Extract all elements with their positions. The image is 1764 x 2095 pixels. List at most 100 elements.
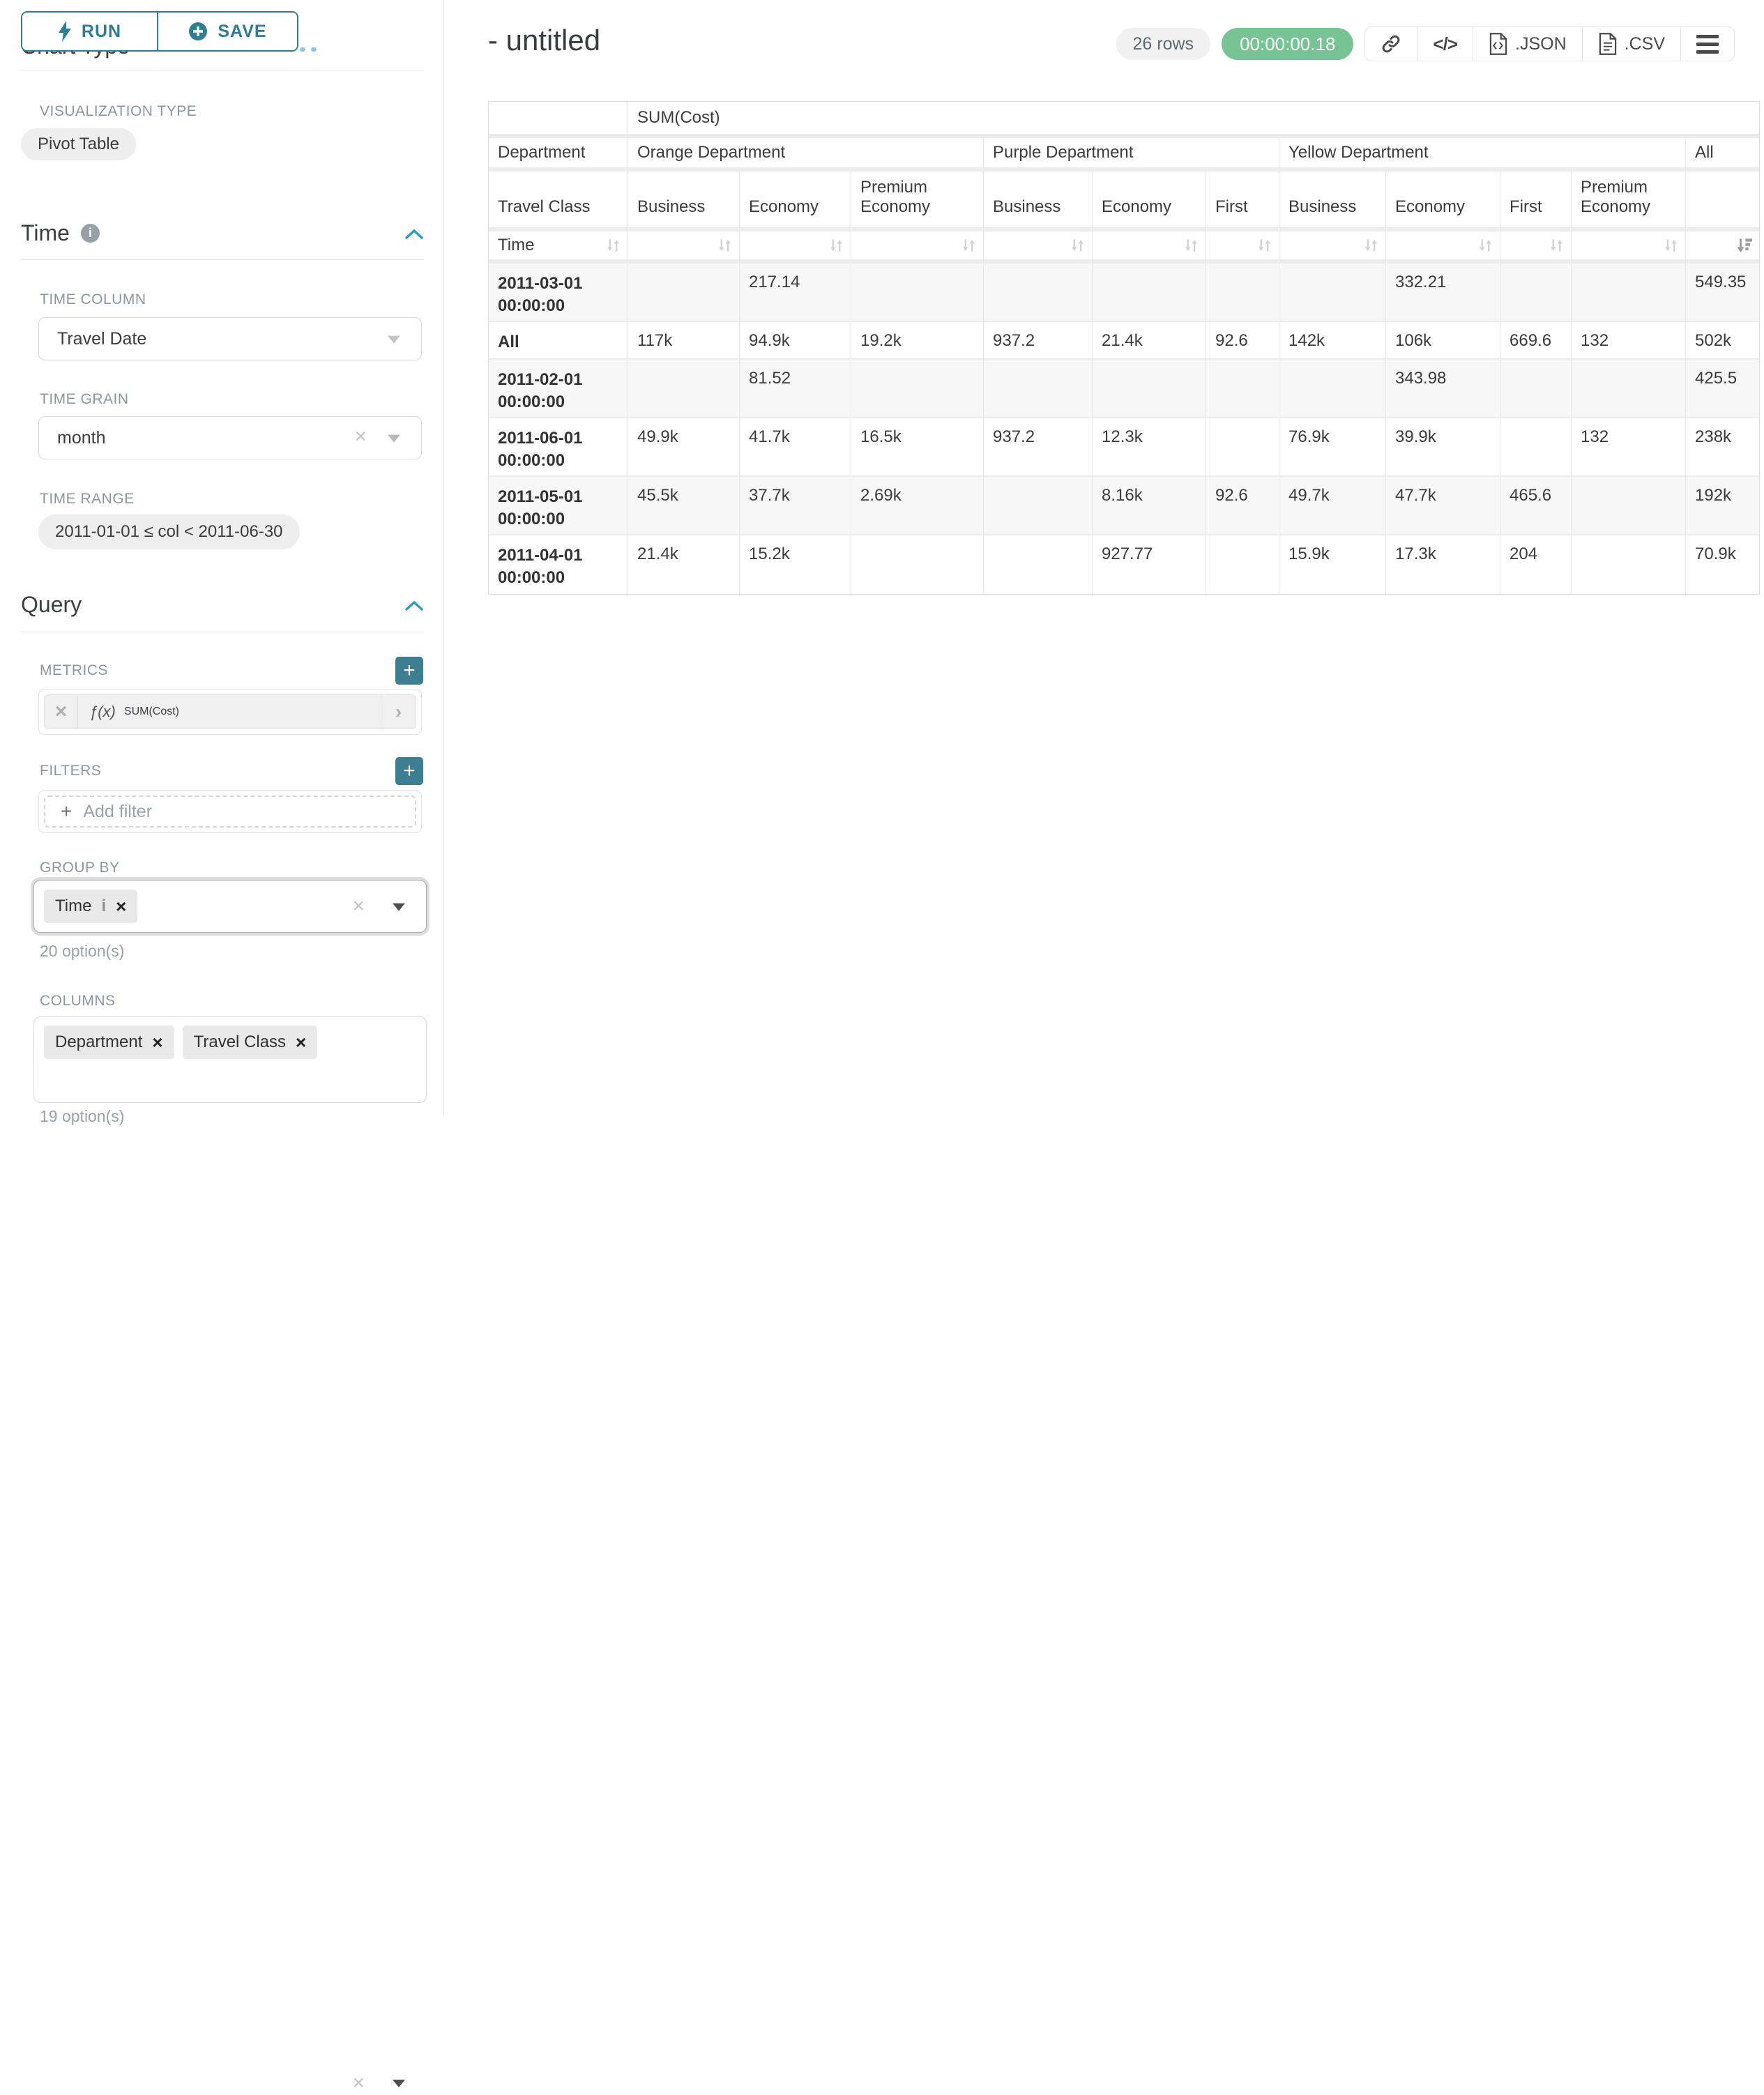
value-cell: 217.14 bbox=[740, 264, 851, 322]
value-cell bbox=[1572, 264, 1686, 322]
value-cell: 937.2 bbox=[984, 322, 1093, 360]
panel-divider bbox=[443, 0, 444, 1115]
time-range-value[interactable]: 2011-01-01 ≤ col < 2011-06-30 bbox=[38, 515, 300, 549]
column-sort-cell[interactable] bbox=[740, 231, 851, 264]
columns-select[interactable]: Department× Travel Class × × bbox=[33, 1016, 427, 1103]
sort-icon[interactable] bbox=[1662, 237, 1680, 254]
column-sort-cell[interactable] bbox=[1386, 231, 1500, 264]
time-range-label: TIME RANGE bbox=[40, 491, 135, 508]
link-icon bbox=[1381, 33, 1401, 54]
row-label-cell: 2011-05-01 00:00:00 bbox=[489, 477, 628, 535]
function-icon: ƒ(x) bbox=[89, 703, 116, 721]
sort-icon[interactable] bbox=[1548, 237, 1565, 254]
travel-class-header-cell: Economy bbox=[740, 172, 851, 231]
value-cell bbox=[1572, 360, 1686, 418]
value-cell: 132 bbox=[1572, 418, 1686, 477]
table-row: All117k94.9k19.2k937.221.4k92.6142k106k6… bbox=[489, 322, 1759, 360]
remove-metric-icon[interactable]: × bbox=[45, 695, 78, 729]
value-cell: 192k bbox=[1686, 477, 1759, 535]
column-sort-cell[interactable] bbox=[1206, 231, 1279, 264]
column-sort-cell[interactable] bbox=[628, 231, 740, 264]
collapse-chevron-icon[interactable] bbox=[404, 600, 424, 611]
clear-icon[interactable]: × bbox=[354, 425, 367, 449]
visualization-type-value[interactable]: Pivot Table bbox=[21, 128, 136, 160]
metrics-label: METRICS bbox=[40, 662, 108, 679]
department-header-cell: Department bbox=[489, 138, 628, 172]
sort-icon[interactable] bbox=[828, 237, 845, 254]
metric-item[interactable]: × ƒ(x) SUM(Cost) › bbox=[44, 694, 416, 729]
view-query-button[interactable]: </> bbox=[1417, 27, 1473, 61]
remove-chip-icon[interactable]: × bbox=[152, 1032, 162, 1053]
plus-circle-icon bbox=[188, 22, 208, 41]
value-cell: 49.9k bbox=[628, 418, 740, 477]
chart-title[interactable]: - untitled bbox=[488, 24, 600, 57]
selected-option-chip[interactable]: Timei× bbox=[44, 890, 137, 923]
value-cell: 2.69k bbox=[851, 477, 984, 535]
query-section-header[interactable]: Query bbox=[21, 592, 82, 618]
column-sort-cell[interactable] bbox=[1686, 231, 1759, 264]
export-csv-button[interactable]: .CSV bbox=[1583, 27, 1681, 61]
sort-descending-icon[interactable] bbox=[1735, 236, 1754, 254]
sort-icon[interactable] bbox=[605, 237, 622, 254]
chip-label: Travel Class bbox=[194, 1033, 286, 1052]
value-cell bbox=[1206, 264, 1279, 322]
info-icon: i bbox=[81, 224, 100, 243]
code-icon: </> bbox=[1433, 33, 1457, 55]
value-cell bbox=[1572, 477, 1686, 535]
add-filter-button[interactable]: + bbox=[395, 757, 423, 785]
control-panel-sidebar: Chart Type RUN SAVE VISUALIZATION TYPE P… bbox=[0, 0, 443, 1115]
column-sort-cell[interactable] bbox=[1279, 231, 1386, 264]
value-cell: 76.9k bbox=[1279, 418, 1386, 477]
columns-options-hint: 19 option(s) bbox=[40, 1107, 124, 1126]
remove-chip-icon[interactable]: × bbox=[296, 1032, 306, 1053]
save-button[interactable]: SAVE bbox=[158, 13, 297, 50]
travel-class-header-cell: Economy bbox=[1093, 172, 1206, 231]
column-sort-cell[interactable] bbox=[1500, 231, 1572, 264]
chevron-down-icon bbox=[388, 435, 400, 443]
group-by-options-hint: 20 option(s) bbox=[40, 942, 124, 961]
sort-icon[interactable] bbox=[716, 237, 733, 254]
time-grain-select[interactable]: month × bbox=[38, 416, 422, 459]
add-filter-dropzone[interactable]: + Add filter bbox=[44, 795, 416, 828]
sort-icon[interactable] bbox=[1256, 237, 1273, 254]
time-sort-cell[interactable]: Time bbox=[489, 231, 628, 264]
value-cell: 343.98 bbox=[1386, 360, 1500, 418]
value-cell: 204 bbox=[1500, 535, 1572, 594]
sort-icon[interactable] bbox=[1477, 237, 1494, 254]
share-link-button[interactable] bbox=[1365, 27, 1417, 61]
run-button[interactable]: RUN bbox=[22, 13, 158, 50]
time-section-header[interactable]: Time i bbox=[21, 220, 100, 246]
group-by-select[interactable]: Timei× × bbox=[33, 880, 427, 933]
table-row: 2011-05-01 00:00:0045.5k37.7k2.69k8.16k9… bbox=[489, 477, 1759, 535]
clear-icon[interactable]: × bbox=[352, 2071, 365, 2095]
chevron-down-icon bbox=[393, 904, 405, 911]
value-cell: 17.3k bbox=[1386, 535, 1500, 594]
sort-icon[interactable] bbox=[1183, 237, 1200, 254]
selected-option-chip[interactable]: Travel Class × bbox=[183, 1026, 318, 1059]
sort-icon[interactable] bbox=[1362, 237, 1380, 254]
filters-label: FILTERS bbox=[40, 763, 101, 779]
travel-class-header-cell: First bbox=[1206, 172, 1279, 231]
expand-metric-icon[interactable]: › bbox=[381, 695, 416, 729]
add-metric-button[interactable]: + bbox=[395, 657, 423, 685]
time-column-select[interactable]: Travel Date bbox=[38, 317, 422, 360]
value-cell bbox=[1093, 360, 1206, 418]
column-sort-cell[interactable] bbox=[1572, 231, 1686, 264]
column-sort-cell[interactable] bbox=[984, 231, 1093, 264]
collapse-chevron-icon[interactable] bbox=[404, 229, 424, 240]
pivot-table: SUM(Cost)DepartmentOrange DepartmentPurp… bbox=[488, 101, 1760, 595]
selected-option-chip[interactable]: Department× bbox=[44, 1026, 174, 1059]
sort-icon[interactable] bbox=[960, 237, 978, 254]
value-cell: 19.2k bbox=[851, 322, 984, 360]
column-sort-cell[interactable] bbox=[1093, 231, 1206, 264]
remove-chip-icon[interactable]: × bbox=[116, 896, 126, 917]
query-timer-badge: 00:00:00.18 bbox=[1222, 28, 1353, 60]
column-sort-cell[interactable] bbox=[851, 231, 984, 264]
menu-button[interactable] bbox=[1681, 27, 1734, 61]
clear-icon[interactable]: × bbox=[352, 894, 365, 918]
sort-icon[interactable] bbox=[1069, 237, 1086, 254]
value-cell: 142k bbox=[1279, 322, 1386, 360]
file-code-icon bbox=[1489, 33, 1508, 55]
export-json-button[interactable]: .JSON bbox=[1473, 27, 1583, 61]
value-cell bbox=[1093, 264, 1206, 322]
